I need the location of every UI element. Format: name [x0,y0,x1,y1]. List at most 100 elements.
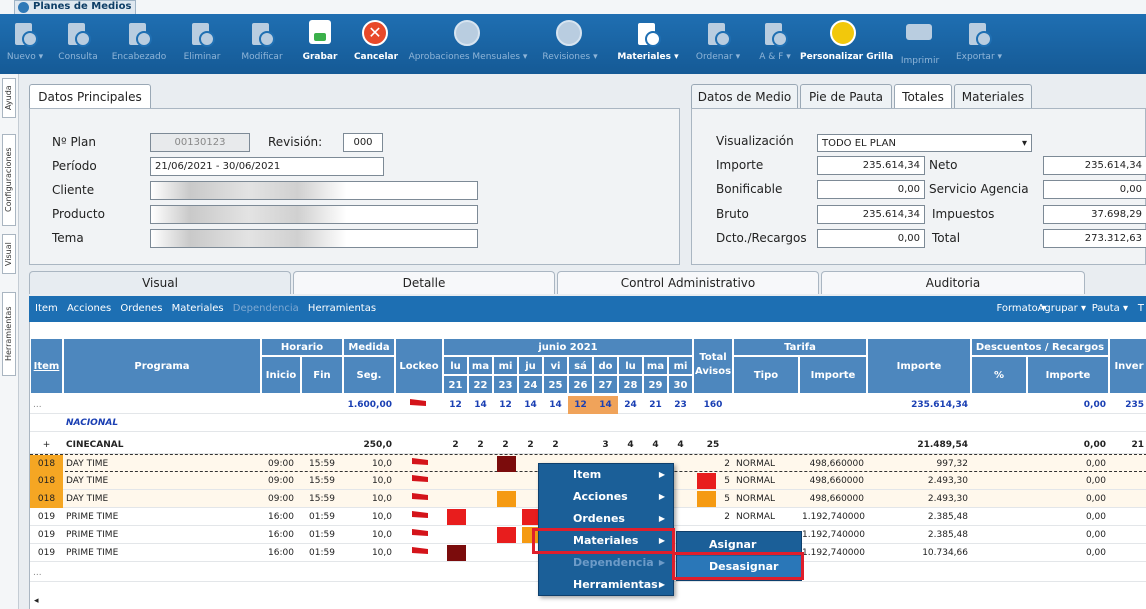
tab-totales[interactable]: Totales [894,84,952,109]
header-date[interactable]: 29 [643,375,668,394]
toolbar-button-personalizar-grilla[interactable]: Personalizar Grilla [800,18,893,72]
spot-cell[interactable] [497,456,516,472]
table-row[interactable]: ... 1.600,00 12 14 12 14 14 12 14 24 21 23 160 235.61… [30,396,1146,414]
menu-dependencia[interactable]: Dependencia [233,303,299,314]
header-date[interactable]: 22 [468,375,493,394]
toolbar-button-ordenar[interactable]: Ordenar ▾ [686,18,750,72]
toolbar-button-grabar[interactable]: Grabar [294,18,346,72]
header-day[interactable]: lu [443,356,468,375]
chevron-right-icon: ▶ [658,492,665,501]
header-tarifa-importe[interactable]: Importe [799,356,867,394]
tab-materiales[interactable]: Materiales [954,84,1032,109]
header-inver[interactable]: Inver [1109,338,1146,394]
sidebar-tab-visual[interactable]: Visual [2,234,16,274]
header-lockeo[interactable]: Lockeo [395,338,443,394]
spot-cell[interactable] [447,545,466,561]
tab-datos-de-medio[interactable]: Datos de Medio [691,84,798,109]
visualizacion-select[interactable]: TODO EL PLAN ▾ [817,134,1032,152]
tab-auditoria[interactable]: Auditoria [821,271,1085,294]
menu-agrupar[interactable]: Agrupar ▾ [1038,296,1086,322]
toolbar-button-imprimir[interactable]: Imprimir [890,18,950,72]
app-tab[interactable]: Planes de Medios [14,0,137,14]
header-day[interactable]: ma [643,356,668,375]
sidebar-tab-configuraciones[interactable]: Configuraciones [2,134,16,226]
spot-cell[interactable] [497,491,516,507]
header-date[interactable]: 25 [543,375,568,394]
sidebar-tab-herramientas[interactable]: Herramientas [2,292,16,376]
header-importe[interactable]: Importe [867,338,971,394]
header-date[interactable]: 27 [593,375,618,394]
toolbar-button-modificar[interactable]: Modificar [232,18,292,72]
spot-cell[interactable] [447,509,466,525]
context-menu-ordenes[interactable]: Ordenes ▶ [539,508,673,530]
toolbar-button-nuevo[interactable]: Nuevo ▾ [0,18,50,72]
context-menu-herramientas[interactable]: Herramientas ▶ [539,574,673,596]
header-date[interactable]: 21 [443,375,468,394]
header-day[interactable]: sá [568,356,593,375]
header-seg[interactable]: Seg. [343,356,395,394]
header-date[interactable]: 23 [493,375,518,394]
table-row[interactable]: NACIONAL [30,414,1146,432]
header-date[interactable]: 26 [568,375,593,394]
toolbar-button-aprobaciones-mensuales[interactable]: Aprobaciones Mensuales ▾ [407,18,529,72]
header-medida[interactable]: Medida [343,338,395,356]
sidebar-tab-ayuda[interactable]: Ayuda [2,78,16,118]
header-pct[interactable]: % [971,356,1027,394]
menu-materiales[interactable]: Materiales [172,303,224,314]
header-desc-importe[interactable]: Importe [1027,356,1109,394]
producto-field[interactable] [150,205,478,224]
header-day[interactable]: lu [618,356,643,375]
toolbar-button-consulta[interactable]: Consulta [52,18,104,72]
scroll-left-icon[interactable]: ◂ [34,596,44,606]
toolbar-button-materiales[interactable]: Materiales ▾ [612,18,684,72]
tab-control-administrativo[interactable]: Control Administrativo [557,271,819,294]
header-descuentos[interactable]: Descuentos / Recargos [971,338,1109,356]
context-menu-acciones[interactable]: Acciones ▶ [539,486,673,508]
header-day[interactable]: vi [543,356,568,375]
header-month[interactable]: junio 2021 [443,338,693,356]
tab-pie-de-pauta[interactable]: Pie de Pauta [800,84,892,109]
menu-herramientas[interactable]: Herramientas [308,303,376,314]
spot-cell[interactable] [497,527,516,543]
menu-item[interactable]: Item [35,303,58,314]
tab-datos-principales[interactable]: Datos Principales [29,84,151,109]
header-inicio[interactable]: Inicio [261,356,301,394]
header-tarifa[interactable]: Tarifa [733,338,867,356]
menu-ordenes[interactable]: Ordenes [120,303,162,314]
menu-acciones[interactable]: Acciones [67,303,111,314]
toolbar-button-cancelar[interactable]: ✕ Cancelar [348,18,404,72]
revision-field[interactable]: 000 [343,133,383,152]
header-fin[interactable]: Fin [301,356,343,394]
dcto-field: 0,00 [817,229,925,248]
header-date[interactable]: 28 [618,375,643,394]
toolbar-button-revisiones[interactable]: Revisiones ▾ [530,18,610,72]
toolbar-button-exportar[interactable]: Exportar ▾ [952,18,1006,72]
header-day[interactable]: ju [518,356,543,375]
tab-visual[interactable]: Visual [29,271,291,294]
header-day[interactable]: mi [668,356,693,375]
header-date[interactable]: 30 [668,375,693,394]
header-programa[interactable]: Programa [63,338,261,394]
context-menu-dependencia[interactable]: Dependencia ▶ [539,552,673,574]
menu-t[interactable]: T [1138,296,1144,322]
table-row[interactable]: + CINECANAL 250,0 2 2 2 2 2 3 4 4 4 25 21.489,54 0,00 2… [30,436,1146,454]
tema-field[interactable] [150,229,478,248]
context-menu-item[interactable]: Item ▶ [539,464,673,486]
header-item[interactable]: Item [30,338,63,394]
toolbar-button-eliminar[interactable]: Eliminar [174,18,230,72]
header-day[interactable]: do [593,356,618,375]
header-day[interactable]: ma [468,356,493,375]
header-total-avisos[interactable]: Total Avisos [693,338,733,394]
header-day[interactable]: mi [493,356,518,375]
impuestos-field: 37.698,29 [1043,205,1146,224]
menu-pauta[interactable]: Pauta ▾ [1092,296,1128,322]
cliente-field[interactable] [150,181,478,200]
tab-detalle[interactable]: Detalle [293,271,555,294]
row-day-count: 24 [624,400,637,410]
header-tipo[interactable]: Tipo [733,356,799,394]
toolbar-button-a-f[interactable]: A & F ▾ [752,18,798,72]
header-horario[interactable]: Horario [261,338,343,356]
periodo-field[interactable]: 21/06/2021 - 30/06/2021 [150,157,384,176]
header-date[interactable]: 24 [518,375,543,394]
toolbar-button-encabezado[interactable]: Encabezado [105,18,173,72]
